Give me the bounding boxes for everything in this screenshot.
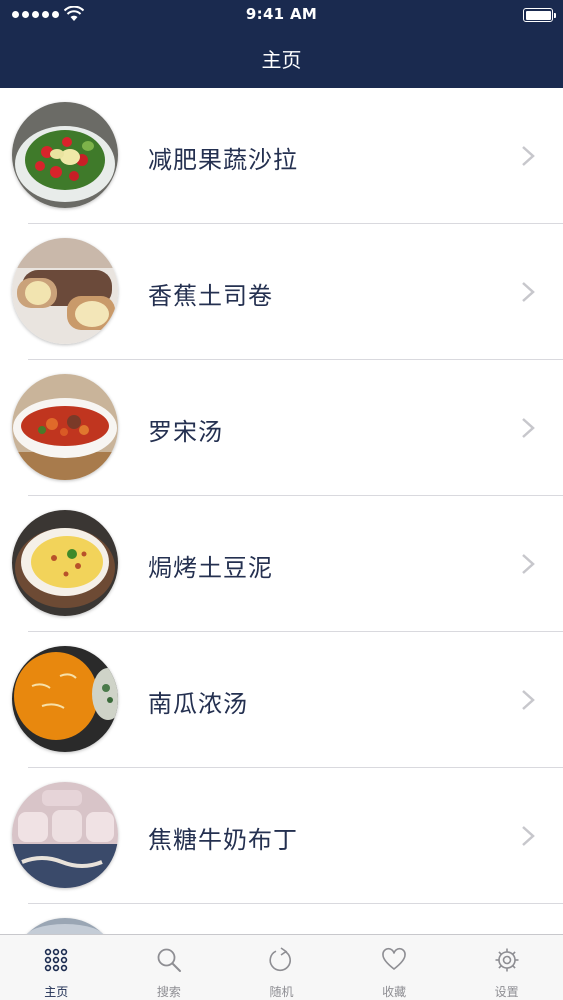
search-icon	[157, 948, 181, 972]
battery-icon	[523, 8, 556, 22]
recipe-row-baked-potato[interactable]: 焗烤土豆泥	[0, 496, 563, 632]
tab-home[interactable]: 主页	[0, 935, 113, 1000]
recipe-title: 焦糖牛奶布丁	[148, 826, 298, 854]
chevron-right-icon	[522, 690, 535, 710]
heart-icon	[382, 947, 406, 971]
status-bar: 9:41 AM	[0, 0, 563, 30]
tab-label: 主页	[44, 985, 69, 999]
gear-icon	[495, 948, 519, 972]
chevron-right-icon	[522, 554, 535, 574]
recipe-row-pumpkin-soup[interactable]: 南瓜浓汤	[0, 632, 563, 768]
recipe-title: 减肥果蔬沙拉	[148, 146, 298, 174]
tab-bar: 主页 搜索 随机 收藏 设置	[0, 934, 563, 1000]
tab-settings[interactable]: 设置	[450, 935, 563, 1000]
tab-favorites[interactable]: 收藏	[338, 935, 451, 1000]
tab-label: 搜索	[156, 985, 181, 999]
chevron-right-icon	[522, 826, 535, 846]
recipe-row-borscht[interactable]: 罗宋汤	[0, 360, 563, 496]
grid-icon	[45, 948, 68, 972]
chevron-right-icon	[522, 146, 535, 166]
salad-thumbnail	[12, 102, 118, 208]
recipe-row-partial[interactable]	[0, 904, 563, 934]
borscht-thumbnail	[12, 374, 118, 480]
recipe-title: 焗烤土豆泥	[148, 554, 273, 582]
tab-random[interactable]: 随机	[225, 935, 338, 1000]
chevron-right-icon	[522, 418, 535, 438]
pumpkin-soup-thumbnail	[12, 646, 118, 752]
recipe-row-banana-roll[interactable]: 香蕉土司卷	[0, 224, 563, 360]
tab-search[interactable]: 搜索	[113, 935, 226, 1000]
baked-potato-thumbnail	[12, 510, 118, 616]
chevron-right-icon	[522, 282, 535, 302]
recipe-title: 罗宋汤	[148, 418, 223, 446]
recipe-title: 南瓜浓汤	[148, 690, 248, 718]
page-title: 主页	[261, 48, 302, 72]
recipe-row-salad[interactable]: 减肥果蔬沙拉	[0, 88, 563, 224]
banana-roll-thumbnail	[12, 238, 118, 344]
tab-label: 随机	[269, 985, 294, 999]
recipe-row-caramel-pudding[interactable]: 焦糖牛奶布丁	[0, 768, 563, 904]
refresh-icon	[269, 947, 292, 972]
partial-recipe-thumbnail	[12, 918, 118, 934]
tab-label: 设置	[494, 985, 519, 999]
recipe-list: 减肥果蔬沙拉 香蕉土司卷 罗宋汤 焗烤土豆泥 南瓜浓汤 焦糖牛奶布丁	[0, 88, 563, 934]
navigation-header: 9:41 AM 主页	[0, 0, 563, 88]
status-time: 9:41 AM	[245, 5, 318, 23]
recipe-title: 香蕉土司卷	[148, 282, 273, 310]
tab-label: 收藏	[382, 985, 407, 999]
caramel-pudding-thumbnail	[12, 782, 118, 888]
